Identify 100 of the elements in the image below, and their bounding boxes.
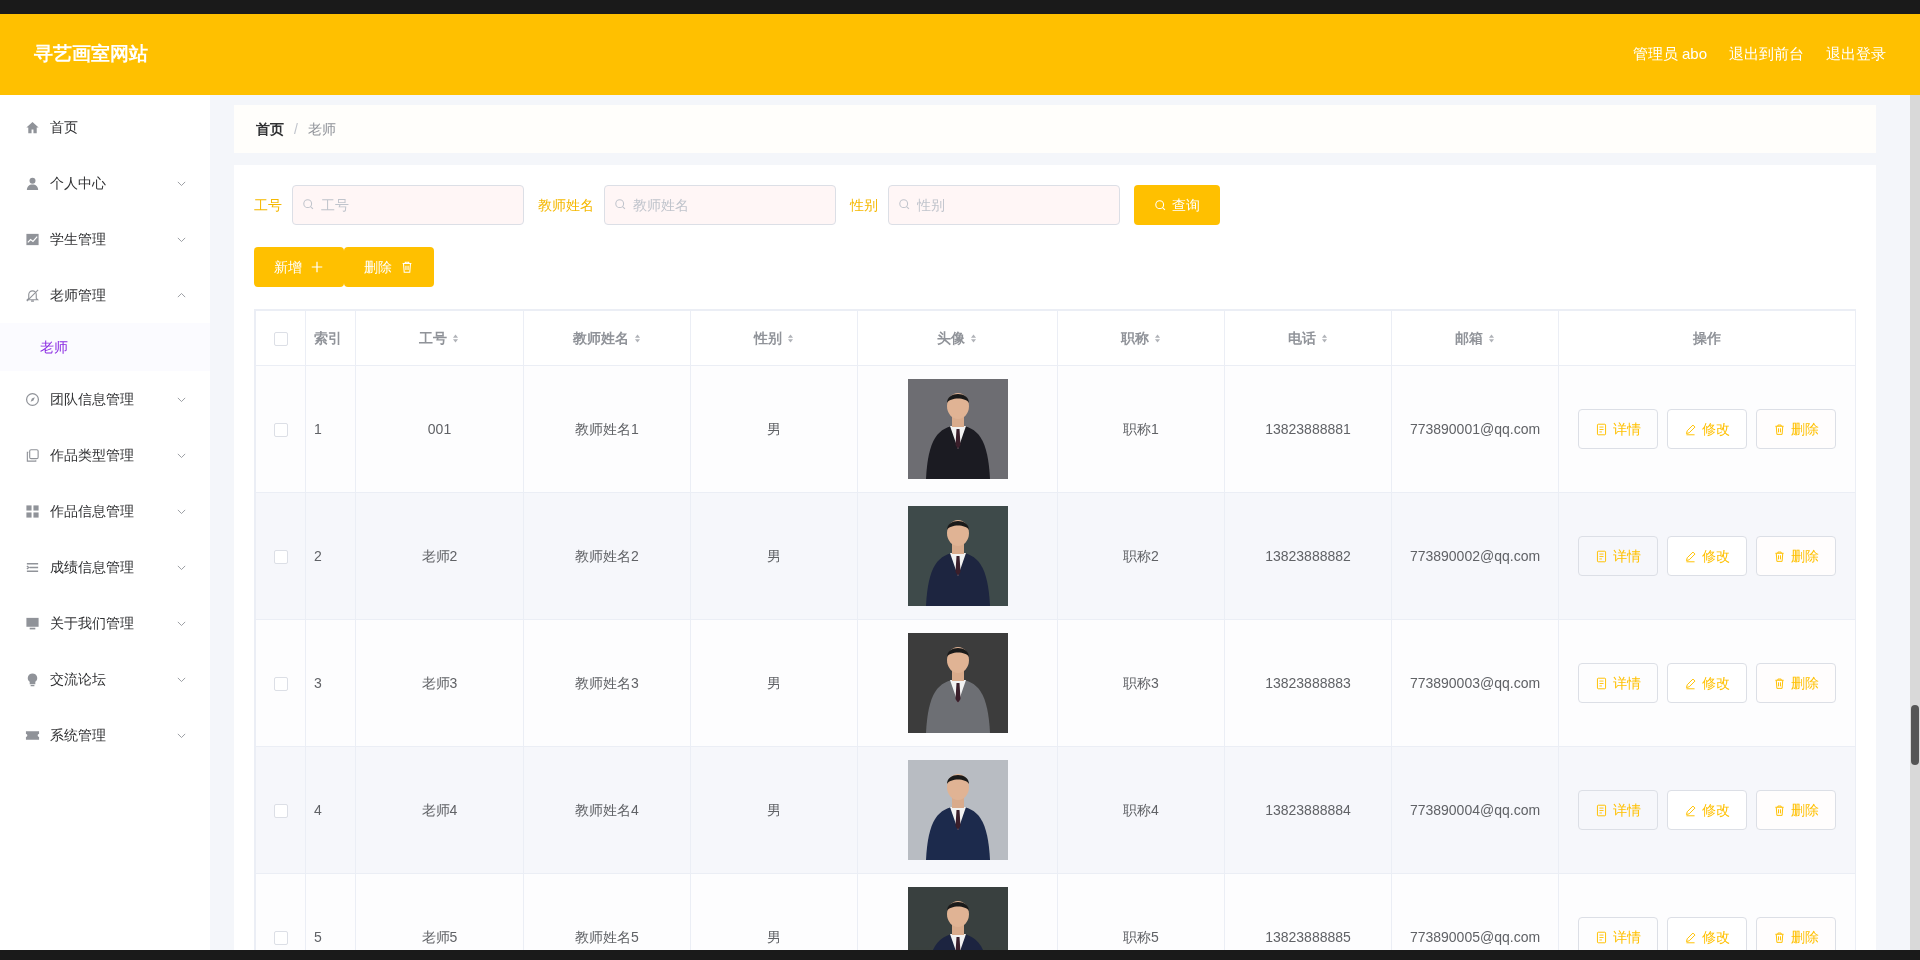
table-cell: 2 bbox=[314, 547, 322, 564]
checkbox[interactable] bbox=[273, 930, 288, 945]
trash-icon bbox=[1773, 422, 1786, 436]
breadcrumb-link[interactable]: 首页 bbox=[256, 118, 284, 140]
sidebar-item[interactable]: 关于我们管理 bbox=[0, 595, 210, 651]
delete-button[interactable]: 删除 bbox=[1756, 790, 1836, 830]
sidebar-item[interactable]: 团队信息管理 bbox=[0, 371, 210, 427]
checkbox[interactable] bbox=[273, 676, 288, 691]
search-field[interactable]: 工号 bbox=[292, 185, 524, 225]
table-cell: 老师5 bbox=[421, 928, 458, 945]
edit-button[interactable]: 修改 bbox=[1667, 663, 1747, 703]
header-link[interactable]: 退出到前台 bbox=[1729, 43, 1804, 66]
document-icon bbox=[1595, 676, 1608, 690]
delete-button[interactable]: 删除 bbox=[1756, 536, 1836, 576]
sidebar-subitem[interactable]: 老师 bbox=[0, 323, 210, 371]
table-cell: 4 bbox=[314, 801, 322, 818]
sidebar-item[interactable]: 老师管理 bbox=[0, 267, 210, 323]
checkbox[interactable] bbox=[273, 331, 288, 346]
edit-button[interactable]: 修改 bbox=[1667, 790, 1747, 830]
table-cell: 773890004@qq.com bbox=[1409, 801, 1541, 818]
column-header[interactable]: 电话 bbox=[1287, 327, 1316, 349]
column-header[interactable]: 头像 bbox=[937, 327, 965, 349]
column-header[interactable]: 教师姓名 bbox=[572, 327, 629, 349]
table-cell: 教师姓名1 bbox=[575, 420, 639, 437]
delete-button[interactable]: 删除 bbox=[1756, 917, 1836, 950]
table-cell: 3 bbox=[314, 674, 322, 691]
column-header[interactable]: 操作 bbox=[1693, 327, 1721, 349]
sidebar-item[interactable]: 作品类型管理 bbox=[0, 427, 210, 483]
table-cell: 老师4 bbox=[421, 801, 458, 818]
detail-button[interactable]: 详情 bbox=[1578, 409, 1658, 449]
add-button[interactable]: 新增 bbox=[254, 247, 344, 287]
column-header[interactable]: 邮箱 bbox=[1454, 327, 1483, 349]
table-cell: 13823888885 bbox=[1265, 928, 1351, 945]
table-cell: 教师姓名5 bbox=[575, 928, 639, 945]
table-cell: 5 bbox=[314, 928, 322, 945]
field-label: 工号 bbox=[254, 195, 282, 215]
table-cell: 13823888882 bbox=[1265, 547, 1351, 564]
compass-icon bbox=[25, 391, 40, 407]
search-button[interactable]: 查询 bbox=[1134, 185, 1220, 225]
table-cell: 职称4 bbox=[1123, 801, 1159, 818]
table-cell: 老师2 bbox=[421, 547, 458, 564]
sidebar-item[interactable]: 系统管理 bbox=[0, 707, 210, 763]
home-icon bbox=[25, 119, 40, 135]
sidebar-item[interactable]: 交流论坛 bbox=[0, 651, 210, 707]
search-field[interactable]: 性别 bbox=[888, 185, 1120, 225]
detail-button[interactable]: 详情 bbox=[1578, 536, 1658, 576]
column-header[interactable]: 职称 bbox=[1120, 327, 1149, 349]
table-cell: 13823888881 bbox=[1265, 420, 1351, 437]
table-cell: 773890005@qq.com bbox=[1409, 928, 1541, 945]
table-cell: 773890002@qq.com bbox=[1409, 547, 1541, 564]
table-cell: 773890001@qq.com bbox=[1409, 420, 1541, 437]
field-label: 性别 bbox=[850, 195, 878, 215]
document-icon bbox=[1595, 930, 1608, 944]
table-cell: 教师姓名2 bbox=[575, 547, 639, 564]
site-title: 寻艺画室网站 bbox=[34, 42, 148, 67]
checkbox[interactable] bbox=[273, 549, 288, 564]
table-cell: 13823888883 bbox=[1265, 674, 1351, 691]
table-cell: 001 bbox=[427, 420, 452, 437]
header-link[interactable]: 管理员 abo bbox=[1632, 43, 1707, 66]
pencil-icon bbox=[1684, 549, 1697, 563]
scrollbar[interactable] bbox=[1910, 95, 1920, 950]
checkbox[interactable] bbox=[273, 422, 288, 437]
sidebar-item[interactable]: 个人中心 bbox=[0, 155, 210, 211]
trend-chart-icon bbox=[25, 231, 40, 247]
column-header[interactable]: 工号 bbox=[419, 327, 447, 349]
table-cell: 男 bbox=[767, 801, 781, 818]
table-cell: 职称3 bbox=[1123, 674, 1159, 691]
detail-button[interactable]: 详情 bbox=[1578, 790, 1658, 830]
lightbulb-icon bbox=[25, 671, 40, 687]
detail-button[interactable]: 详情 bbox=[1578, 663, 1658, 703]
document-icon bbox=[1595, 803, 1608, 817]
edit-button[interactable]: 修改 bbox=[1667, 536, 1747, 576]
pencil-icon bbox=[1684, 422, 1697, 436]
plus-icon bbox=[310, 260, 324, 274]
grid-icon bbox=[25, 503, 40, 519]
table-cell: 773890003@qq.com bbox=[1409, 674, 1541, 691]
monitor-icon bbox=[25, 615, 40, 631]
sidebar-item[interactable]: 学生管理 bbox=[0, 211, 210, 267]
edit-button[interactable]: 修改 bbox=[1667, 409, 1747, 449]
document-icon bbox=[1595, 549, 1608, 563]
column-header[interactable]: 性别 bbox=[753, 327, 782, 349]
edit-button[interactable]: 修改 bbox=[1667, 917, 1747, 950]
breadcrumb-link[interactable]: 老师 bbox=[307, 118, 336, 140]
header-link[interactable]: 退出登录 bbox=[1826, 43, 1886, 66]
sidebar-item[interactable]: 成绩信息管理 bbox=[0, 539, 210, 595]
table-cell: 职称5 bbox=[1123, 928, 1159, 945]
delete-button[interactable]: 删除 bbox=[1756, 663, 1836, 703]
search-icon bbox=[614, 198, 627, 211]
sidebar-item[interactable]: 首页 bbox=[0, 99, 210, 155]
search-field[interactable]: 教师姓名 bbox=[604, 185, 836, 225]
checkbox[interactable] bbox=[273, 803, 288, 818]
table-cell: 1 bbox=[314, 420, 322, 437]
delete-button[interactable]: 删除 bbox=[344, 247, 434, 287]
table-cell: 职称2 bbox=[1123, 547, 1159, 564]
delete-button[interactable]: 删除 bbox=[1756, 409, 1836, 449]
table-cell: 教师姓名4 bbox=[575, 801, 639, 818]
table-cell: 男 bbox=[767, 928, 781, 945]
table-cell: 男 bbox=[767, 547, 781, 564]
trash-icon bbox=[1773, 549, 1786, 563]
sidebar-item[interactable]: 作品信息管理 bbox=[0, 483, 210, 539]
